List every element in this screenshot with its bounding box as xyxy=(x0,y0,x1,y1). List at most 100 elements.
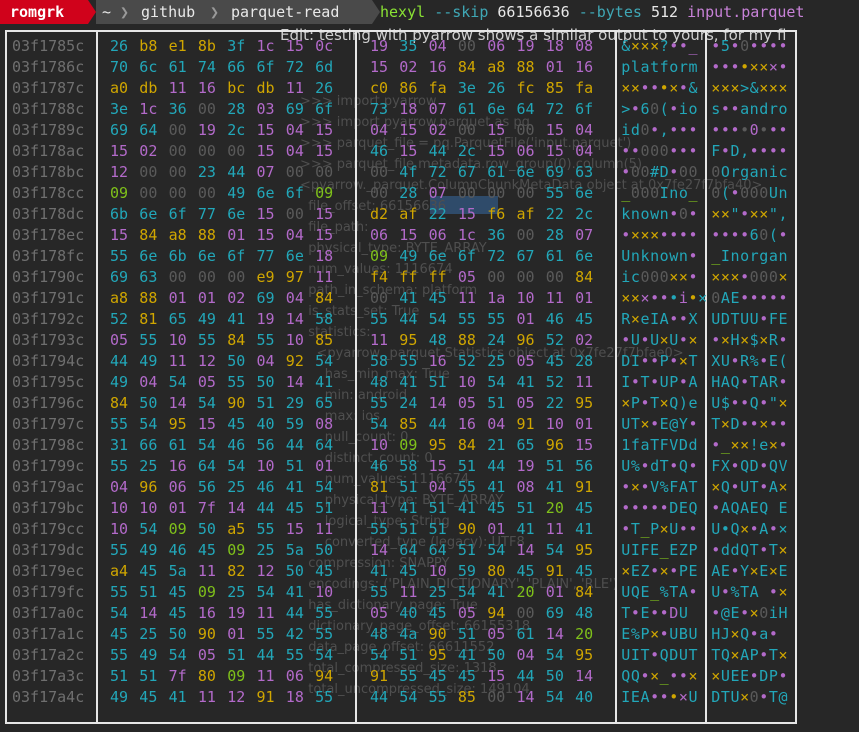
hex-byte: 25 xyxy=(139,457,158,475)
hex-byte: 00 xyxy=(227,142,246,160)
hex-byte: 00 xyxy=(516,226,535,244)
ascii-char: 0 xyxy=(688,163,698,181)
ascii-char: r xyxy=(768,100,778,118)
row-address: 03f1793c xyxy=(12,331,85,349)
command-line[interactable]: hexyl --skip 66156636 --bytes 512 input.… xyxy=(380,0,804,24)
hex-byte: 49 xyxy=(227,184,246,202)
hex-byte: 80 xyxy=(487,562,506,580)
ascii-char: • xyxy=(778,436,788,454)
hex-byte: 55 xyxy=(227,373,246,391)
ascii-char: × xyxy=(621,289,631,307)
ascii-char: A xyxy=(678,478,688,496)
hex-byte: 54 xyxy=(545,688,564,706)
ascii-char: o xyxy=(740,247,750,265)
hex-byte: 81 xyxy=(139,310,158,328)
ascii-char: × xyxy=(740,331,750,349)
ascii-char: d xyxy=(630,121,640,139)
ascii-char: F xyxy=(640,541,650,559)
hex-byte: 45 xyxy=(428,604,447,622)
hex-byte: 25 xyxy=(256,541,275,559)
ascii-char: • xyxy=(678,121,688,139)
hex-byte: 11 xyxy=(315,520,334,538)
hex-byte: 15 xyxy=(457,205,476,223)
hex-byte: 86 xyxy=(399,79,418,97)
hex-byte: 3e xyxy=(110,100,129,118)
hex-byte: 6f xyxy=(285,184,304,202)
ascii-char: × xyxy=(740,520,750,538)
ascii-char: • xyxy=(711,58,721,76)
hex-byte: 00 xyxy=(457,184,476,202)
hex-byte: 95 xyxy=(168,415,187,433)
ascii-char: Q xyxy=(659,646,669,664)
ascii-char: d xyxy=(650,457,660,475)
hex-byte: 04 xyxy=(285,226,304,244)
ascii-char: w xyxy=(650,205,660,223)
hex-byte: 69 xyxy=(110,268,129,286)
hex-byte: 29 xyxy=(285,394,304,412)
ascii-char: • xyxy=(778,226,788,244)
hex-byte: 01 xyxy=(545,583,564,601)
ascii-char: @ xyxy=(778,688,788,706)
ascii-char: • xyxy=(621,478,631,496)
hex-byte: 15 xyxy=(399,142,418,160)
ascii-char: • xyxy=(720,58,730,76)
ascii-char: • xyxy=(669,100,679,118)
ascii-char: w xyxy=(669,247,679,265)
ascii-char: • xyxy=(650,688,660,706)
ascii-char: A xyxy=(678,583,688,601)
hex-byte: 09 xyxy=(370,247,389,265)
ascii-char: E xyxy=(669,541,679,559)
ascii-char: P xyxy=(650,520,660,538)
ascii-char: A xyxy=(749,583,759,601)
hex-byte: 45 xyxy=(516,562,535,580)
hex-byte: 10 xyxy=(110,520,129,538)
ascii-char: • xyxy=(650,646,660,664)
ascii-char: , xyxy=(659,121,669,139)
ascii-char: i xyxy=(621,268,631,286)
ascii-char: • xyxy=(711,499,721,517)
hex-byte: 55 xyxy=(457,310,476,328)
hex-byte: 50 xyxy=(139,394,158,412)
hex-byte: 95 xyxy=(575,541,594,559)
hex-byte: c0 xyxy=(370,79,389,97)
hex-byte: 49 xyxy=(399,247,418,265)
hex-byte: 02 xyxy=(399,58,418,76)
hex-byte: 40 xyxy=(575,688,594,706)
ascii-char: A xyxy=(740,499,750,517)
ascii-char: × xyxy=(778,79,788,97)
ascii-char: O xyxy=(720,163,730,181)
hex-byte: 05 xyxy=(110,331,129,349)
hex-byte: 00 xyxy=(516,121,535,139)
ascii-char: × xyxy=(621,394,631,412)
hex-byte: 51 xyxy=(256,394,275,412)
hex-byte: 41 xyxy=(315,373,334,391)
hex-byte: 6e xyxy=(575,247,594,265)
hex-byte: 07 xyxy=(428,100,447,118)
hex-byte: 18 xyxy=(545,37,564,55)
ascii-char: _ xyxy=(688,37,698,55)
ascii-char: • xyxy=(650,373,660,391)
ascii-char: _ xyxy=(688,184,698,202)
ascii-char: _ xyxy=(650,583,660,601)
hex-byte: 55 xyxy=(256,520,275,538)
ascii-char: a xyxy=(640,58,650,76)
ascii-char: 6 xyxy=(640,100,650,118)
hex-byte: a8 xyxy=(487,58,506,76)
hex-byte: 11 xyxy=(256,604,275,622)
ascii-char: • xyxy=(768,289,778,307)
hex-byte: 55 xyxy=(197,331,216,349)
hex-byte: 72 xyxy=(487,247,506,265)
ascii-char: × xyxy=(630,79,640,97)
hex-byte: 00 xyxy=(285,205,304,223)
ascii-char: E xyxy=(759,562,769,580)
ascii-char: 0 xyxy=(640,184,650,202)
ascii-char: 0 xyxy=(759,604,769,622)
ascii-char: i xyxy=(768,163,778,181)
ascii-char: • xyxy=(640,79,650,97)
hex-byte: 45 xyxy=(110,625,129,643)
hex-byte: 96 xyxy=(139,478,158,496)
hex-byte: 00 xyxy=(516,184,535,202)
hex-byte: 54 xyxy=(197,394,216,412)
ascii-char: • xyxy=(759,541,769,559)
ascii-char: a xyxy=(740,100,750,118)
